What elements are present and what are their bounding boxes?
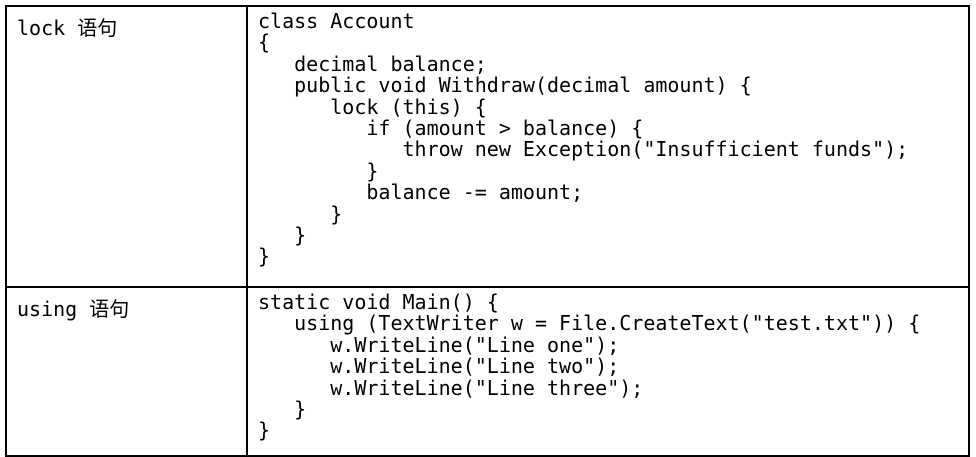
statement-examples-table: lock 语句 class Account { decimal balance;…	[5, 5, 970, 457]
code-example-cell: class Account { decimal balance; public …	[246, 5, 970, 288]
lock-statement-code: class Account { decimal balance; public …	[258, 9, 909, 269]
using-statement-code: static void Main() { using (TextWriter w…	[258, 290, 921, 443]
table-row: lock 语句 class Account { decimal balance;…	[5, 5, 970, 288]
statement-name-cell: lock 语句	[5, 5, 248, 288]
table-row: using 语句 static void Main() { using (Tex…	[5, 286, 970, 457]
statement-name-cell: using 语句	[5, 286, 248, 457]
code-example-cell: static void Main() { using (TextWriter w…	[246, 286, 970, 457]
